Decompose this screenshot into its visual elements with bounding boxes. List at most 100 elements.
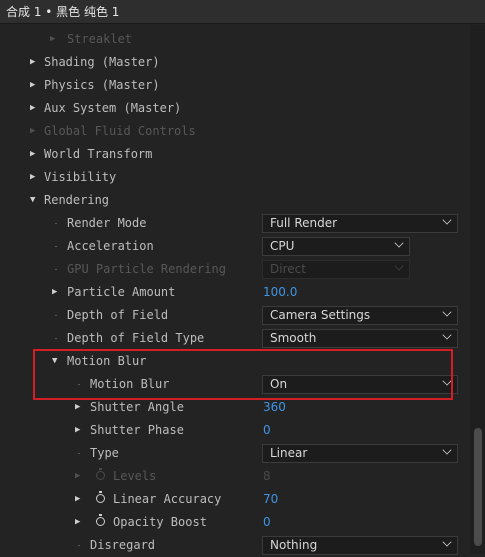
row-streaklet[interactable]: ▶ Streaklet [0, 28, 470, 51]
expand-triangle-icon[interactable]: ▶ [52, 281, 57, 304]
scrollbar-thumb[interactable] [474, 428, 482, 546]
expand-triangle-icon[interactable]: ▶ [75, 511, 80, 534]
stopwatch-icon [96, 468, 105, 480]
dropdown-value: Smooth [270, 331, 317, 345]
expand-triangle-icon[interactable]: ▶ [30, 143, 35, 166]
chevron-down-icon [394, 261, 404, 271]
motion-blur-dropdown[interactable]: On [262, 375, 458, 394]
tree-dot [78, 545, 80, 546]
row-opacity-boost[interactable]: ▶ Opacity Boost 0 [0, 511, 470, 534]
chevron-down-icon [394, 238, 404, 248]
tree-dot [55, 223, 57, 224]
row-label: Type [90, 446, 119, 460]
tree-dot [78, 453, 80, 454]
dropdown-value: Direct [270, 262, 306, 276]
row-levels: ▶ Levels 8 [0, 465, 470, 488]
expand-triangle-icon[interactable]: ▶ [30, 120, 35, 143]
effect-controls-panel: ▶ Streaklet ▶ Shading (Master) ▶ Physics… [0, 25, 470, 555]
row-label: Particle Amount [67, 285, 176, 299]
expand-triangle-icon[interactable]: ▶ [75, 419, 80, 442]
row-label: Motion Blur [90, 377, 170, 391]
row-label: Levels [113, 469, 157, 483]
levels-value: 8 [263, 469, 271, 483]
collapse-triangle-icon[interactable]: ▼ [30, 189, 35, 212]
type-dropdown[interactable]: Linear [262, 444, 458, 463]
tree-dot [78, 384, 80, 385]
chevron-down-icon [442, 215, 452, 225]
expand-triangle-icon[interactable]: ▶ [30, 166, 35, 189]
row-label: Streaklet [67, 32, 133, 46]
dropdown-value: On [270, 377, 288, 391]
row-linear-accuracy[interactable]: ▶ Linear Accuracy 70 [0, 488, 470, 511]
row-label: Aux System (Master) [44, 101, 182, 115]
expand-triangle-icon[interactable]: ▶ [75, 488, 80, 511]
row-render-mode: Render Mode Full Render [0, 212, 470, 235]
expand-triangle-icon[interactable]: ▶ [30, 51, 35, 74]
row-physics[interactable]: ▶ Physics (Master) [0, 74, 470, 97]
dropdown-value: Camera Settings [270, 308, 371, 322]
disregard-dropdown[interactable]: Nothing [262, 536, 458, 555]
dropdown-value: Linear [270, 446, 308, 460]
chevron-down-icon [442, 537, 452, 547]
tree-dot [55, 269, 57, 270]
row-label: Global Fluid Controls [44, 124, 196, 138]
stopwatch-icon[interactable] [96, 491, 105, 503]
gpu-particle-dropdown: Direct [262, 260, 410, 279]
chevron-down-icon [442, 376, 452, 386]
row-gpu-particle-rendering: GPU Particle Rendering Direct [0, 258, 470, 281]
row-type: Type Linear [0, 442, 470, 465]
chevron-down-icon [442, 445, 452, 455]
dropdown-value: Nothing [270, 538, 318, 552]
depth-of-field-dropdown[interactable]: Camera Settings [262, 306, 458, 325]
row-label: Depth of Field [67, 308, 169, 322]
expand-triangle-icon[interactable]: ▶ [50, 28, 55, 51]
expand-triangle-icon[interactable]: ▶ [75, 396, 80, 419]
expand-triangle-icon[interactable]: ▶ [30, 74, 35, 97]
acceleration-dropdown[interactable]: CPU [262, 237, 410, 256]
row-label: Motion Blur [67, 354, 147, 368]
dropdown-value: Full Render [270, 216, 338, 230]
particle-amount-value[interactable]: 100.0 [263, 281, 297, 304]
opacity-boost-value[interactable]: 0 [263, 511, 271, 534]
stopwatch-icon[interactable] [96, 514, 105, 526]
row-label: Shading (Master) [44, 55, 160, 69]
row-label: Visibility [44, 170, 117, 184]
shutter-phase-value[interactable]: 0 [263, 419, 271, 442]
expand-triangle-icon: ▶ [75, 471, 81, 481]
row-label: World Transform [44, 147, 153, 161]
dropdown-value: CPU [270, 239, 295, 253]
row-motion-blur: Motion Blur On [0, 373, 470, 396]
expand-triangle-icon[interactable]: ▶ [30, 97, 35, 120]
linear-accuracy-value[interactable]: 70 [263, 488, 278, 511]
collapse-triangle-icon[interactable]: ▼ [52, 350, 57, 373]
row-label: GPU Particle Rendering [67, 262, 226, 276]
tree-dot [55, 246, 57, 247]
tree-dot [55, 338, 57, 339]
row-global-fluid-controls[interactable]: ▶ Global Fluid Controls [0, 120, 470, 143]
row-world-transform[interactable]: ▶ World Transform [0, 143, 470, 166]
shutter-angle-value[interactable]: 360 [263, 396, 286, 419]
row-label: Acceleration [67, 239, 154, 253]
row-label: Shutter Phase [90, 423, 184, 437]
row-label: Render Mode [67, 216, 147, 230]
chevron-down-icon [442, 330, 452, 340]
row-label: Physics (Master) [44, 78, 160, 92]
row-visibility[interactable]: ▶ Visibility [0, 166, 470, 189]
row-rendering[interactable]: ▼ Rendering [0, 189, 470, 212]
row-shutter-phase[interactable]: ▶ Shutter Phase 0 [0, 419, 470, 442]
render-mode-dropdown[interactable]: Full Render [262, 214, 458, 233]
row-acceleration: Acceleration CPU [0, 235, 470, 258]
row-label: Rendering [44, 193, 110, 207]
row-particle-amount[interactable]: ▶ Particle Amount 100.0 [0, 281, 470, 304]
row-shading[interactable]: ▶ Shading (Master) [0, 51, 470, 74]
row-aux-system[interactable]: ▶ Aux System (Master) [0, 97, 470, 120]
row-dof-type: Depth of Field Type Smooth [0, 327, 470, 350]
row-motion-blur-group[interactable]: ▼ Motion Blur [0, 350, 470, 373]
row-label: Depth of Field Type [67, 331, 205, 345]
row-shutter-angle[interactable]: ▶ Shutter Angle 360 [0, 396, 470, 419]
tree-dot [55, 315, 57, 316]
row-label: Linear Accuracy [113, 492, 222, 506]
row-depth-of-field: Depth of Field Camera Settings [0, 304, 470, 327]
vertical-scrollbar[interactable] [470, 25, 485, 554]
dof-type-dropdown[interactable]: Smooth [262, 329, 458, 348]
